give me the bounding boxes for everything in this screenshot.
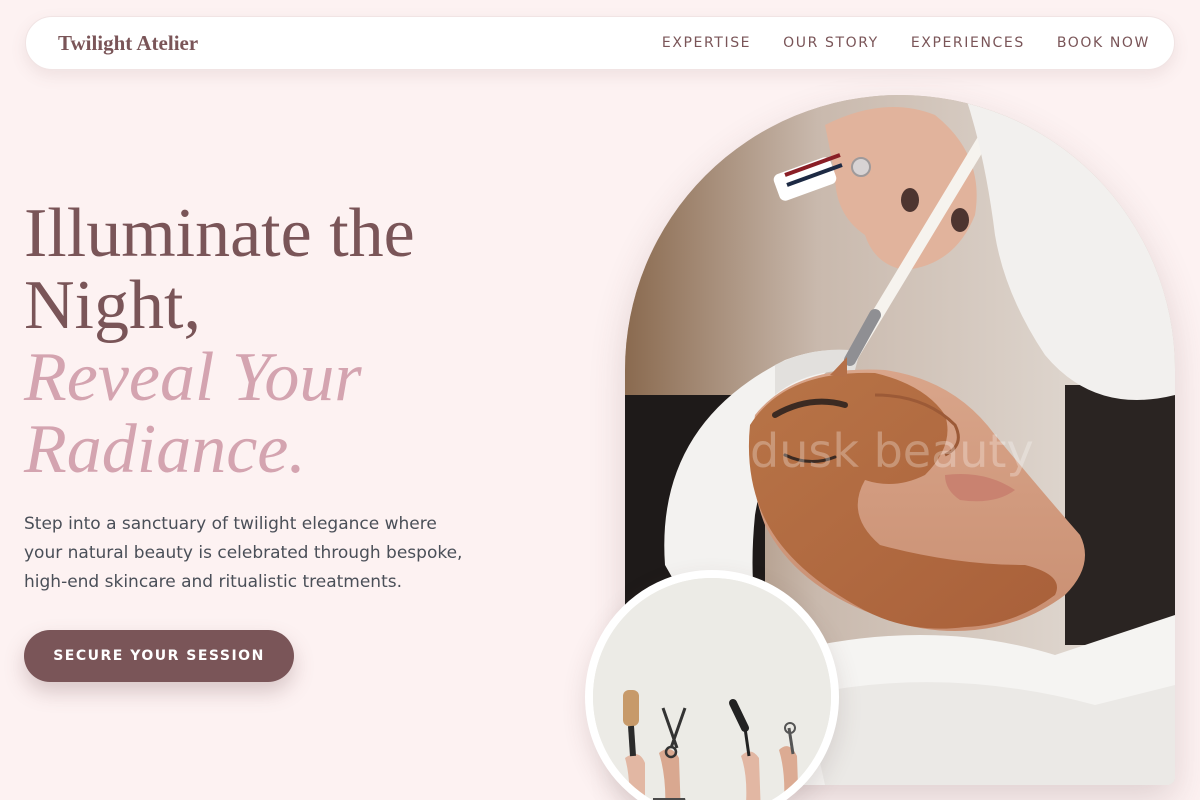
- headline-accent-line-1: Reveal Your: [24, 339, 362, 416]
- nav-link-expertise[interactable]: EXPERTISE: [662, 35, 751, 51]
- secure-session-button[interactable]: SECURE YOUR SESSION: [24, 630, 294, 682]
- hero-headline: Illuminate the Night, Reveal Your Radian…: [24, 198, 544, 486]
- hero-description: Step into a sanctuary of twilight elegan…: [24, 514, 463, 592]
- page: Twilight Atelier EXPERTISE OUR STORY EXP…: [0, 0, 1200, 800]
- nav-link-our-story[interactable]: OUR STORY: [783, 35, 879, 51]
- nav-link-book-now[interactable]: BOOK NOW: [1057, 35, 1150, 51]
- main-image-watermark: dusk beauty: [750, 424, 1034, 478]
- headline-accent-line-2: Radiance.: [24, 411, 306, 488]
- top-navbar: Twilight Atelier EXPERTISE OUR STORY EXP…: [25, 16, 1175, 70]
- nav-link-experiences[interactable]: EXPERIENCES: [911, 35, 1025, 51]
- headline-line-1: Illuminate the: [24, 195, 415, 272]
- headline-line-2: Night,: [24, 267, 201, 344]
- nav-links: EXPERTISE OUR STORY EXPERIENCES BOOK NOW: [662, 35, 1150, 51]
- brand-logo[interactable]: Twilight Atelier: [58, 31, 198, 56]
